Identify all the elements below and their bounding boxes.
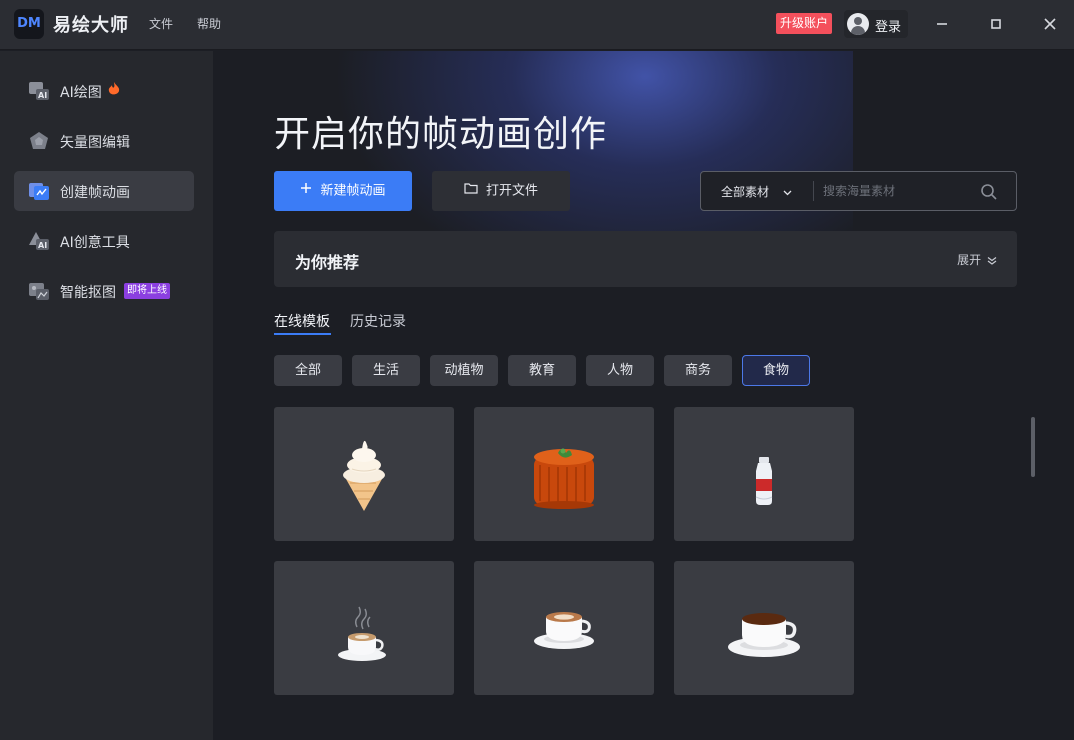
sidebar-item-label: AI创意工具 (60, 235, 130, 251)
template-card[interactable] (474, 407, 654, 541)
new-animation-button[interactable]: 新建帧动画 (274, 171, 412, 211)
svg-text:AI: AI (38, 241, 47, 250)
sidebar-item-vector-edit[interactable]: 矢量图编辑 (14, 121, 194, 161)
search-icon[interactable] (979, 182, 999, 202)
coffee-cup-icon (728, 613, 800, 657)
open-file-label: 打开文件 (485, 183, 538, 199)
category-chip[interactable]: 全部 (274, 355, 342, 386)
sidebar: AI AI绘图 矢量图编辑 创建帧动画 AI AI创意工具 智能抠图 即将上线 (0, 51, 213, 740)
sidebar-item-ai-tools[interactable]: AI AI创意工具 (14, 221, 194, 261)
expand-label: 展开 (957, 253, 982, 267)
tab-online-templates[interactable]: 在线模板 (274, 311, 330, 331)
close-icon[interactable] (1037, 12, 1063, 36)
sidebar-item-smart-cutout[interactable]: 智能抠图 即将上线 (14, 271, 194, 311)
vector-icon (30, 132, 48, 149)
sidebar-item-ai-paint[interactable]: AI AI绘图 (14, 71, 194, 111)
sidebar-item-label: AI绘图 (60, 85, 102, 101)
upgrade-account-button[interactable]: 升级账户 (776, 13, 833, 34)
tab-history[interactable]: 历史记录 (350, 311, 406, 331)
login-button[interactable]: 登录 (844, 10, 908, 38)
double-chevron-down-icon (987, 256, 997, 265)
new-animation-label: 新建帧动画 (320, 183, 386, 199)
expand-button[interactable]: 展开 (957, 251, 997, 268)
search-category-label: 全部素材 (721, 185, 770, 199)
hero-title: 开启你的帧动画创作 (274, 114, 608, 155)
svg-text:AI: AI (38, 91, 47, 100)
cake-icon (534, 448, 594, 509)
menu-help[interactable]: 帮助 (197, 15, 221, 32)
category-chip[interactable]: 人物 (586, 355, 654, 386)
open-file-button[interactable]: 打开文件 (432, 171, 570, 211)
template-card[interactable] (274, 407, 454, 541)
coming-soon-badge: 即将上线 (124, 283, 170, 299)
sidebar-item-label: 智能抠图 (60, 285, 116, 301)
fire-icon (108, 82, 120, 100)
category-chip-active[interactable]: 食物 (742, 355, 810, 386)
animation-icon (29, 183, 49, 200)
app-logo: DM (14, 9, 44, 39)
category-chip[interactable]: 商务 (664, 355, 732, 386)
active-tab-indicator (274, 333, 331, 335)
ai-paint-icon: AI (29, 82, 49, 100)
search-box: 全部素材 (700, 171, 1017, 211)
menu-file[interactable]: 文件 (149, 15, 173, 32)
steaming-coffee-icon (338, 606, 386, 661)
template-card[interactable] (474, 561, 654, 695)
ice-cream-icon (343, 440, 385, 511)
main-content: 开启你的帧动画创作 新建帧动画 打开文件 全部素材 为你推荐 展开 在线模板 历… (213, 51, 1074, 740)
recommend-title: 为你推荐 (295, 253, 360, 272)
search-category-select[interactable]: 全部素材 (721, 183, 792, 200)
search-divider (813, 181, 814, 201)
scrollbar-thumb[interactable] (1031, 417, 1035, 477)
app-title: 易绘大师 (53, 15, 129, 36)
title-bar: DM 易绘大师 文件 帮助 升级账户 登录 (0, 0, 1074, 50)
search-input[interactable] (823, 180, 973, 202)
category-chip[interactable]: 生活 (352, 355, 420, 386)
folder-icon (464, 171, 478, 211)
plus-icon (300, 171, 312, 211)
sidebar-item-create-animation[interactable]: 创建帧动画 (14, 171, 194, 211)
category-chip[interactable]: 教育 (508, 355, 576, 386)
template-card[interactable] (674, 407, 854, 541)
sidebar-item-label: 创建帧动画 (60, 185, 130, 201)
bottle-icon (755, 457, 773, 505)
template-card[interactable] (274, 561, 454, 695)
sidebar-item-label: 矢量图编辑 (60, 135, 130, 151)
chevron-down-icon (783, 190, 792, 195)
category-chip[interactable]: 动植物 (430, 355, 498, 386)
minimize-icon[interactable] (929, 12, 955, 36)
login-label: 登录 (875, 20, 902, 35)
avatar-icon (847, 13, 869, 35)
template-card[interactable] (674, 561, 854, 695)
cutout-icon (29, 283, 49, 300)
maximize-icon[interactable] (983, 12, 1009, 36)
ai-tools-icon: AI (29, 232, 49, 250)
recommend-panel: 为你推荐 展开 (274, 231, 1017, 287)
latte-cup-icon (534, 612, 594, 649)
